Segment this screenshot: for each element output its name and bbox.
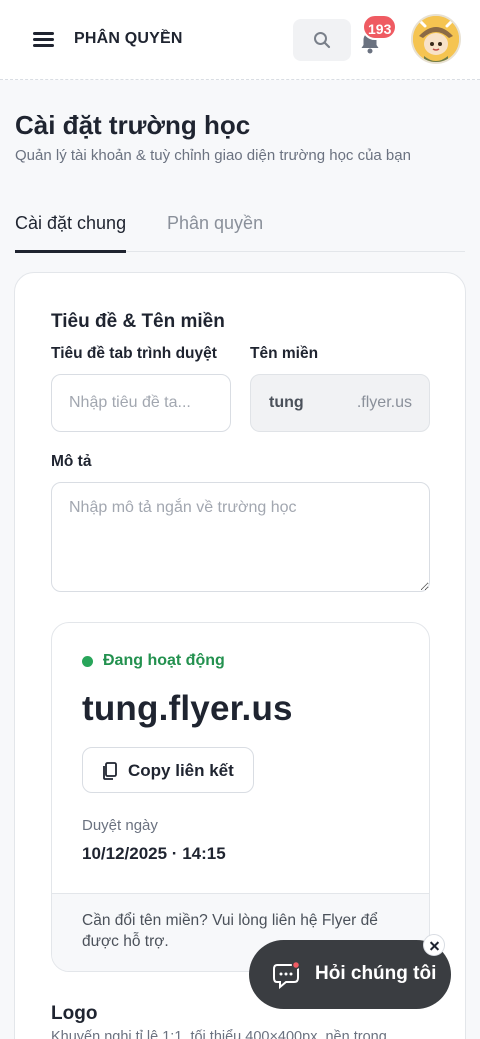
domain-value: tung bbox=[269, 394, 304, 411]
status-text: Đang hoạt động bbox=[103, 652, 225, 669]
tab-title-input[interactable] bbox=[51, 374, 231, 432]
domain-suffix: .flyer.us bbox=[356, 394, 412, 411]
copy-icon bbox=[103, 762, 117, 780]
approved-date-label: Duyệt ngày bbox=[82, 817, 158, 834]
notification-badge: 193 bbox=[362, 14, 398, 40]
top-bar: PHÂN QUYỀN 193 bbox=[0, 0, 480, 80]
page-title: Cài đặt trường học bbox=[15, 110, 251, 140]
chat-label: Hỏi chúng tôi bbox=[315, 963, 437, 984]
tab-title-label: Tiêu đề tab trình duyệt bbox=[51, 345, 217, 362]
status-dot bbox=[82, 656, 93, 667]
section-title: Tiêu đề & Tên miền bbox=[51, 311, 225, 332]
logo-title: Logo bbox=[51, 1003, 98, 1024]
menu-icon[interactable] bbox=[32, 30, 56, 50]
tab-general-settings[interactable]: Cài đặt chung bbox=[15, 213, 127, 253]
search-button[interactable] bbox=[293, 19, 351, 61]
domain-label: Tên miền bbox=[250, 345, 319, 362]
settings-card: Tiêu đề & Tên miền Tiêu đề tab trình duy… bbox=[14, 272, 466, 1039]
logo-hint: Khuyến nghị tỉ lệ 1:1, tối thiểu 400×400… bbox=[51, 1029, 387, 1039]
page-subtitle: Quản lý tài khoản & tuỳ chỉnh giao diện … bbox=[15, 147, 411, 164]
domain-status-card: Đang hoạt động tung.flyer.us Copy liên k… bbox=[51, 622, 430, 972]
description-label: Mô tả bbox=[51, 453, 92, 470]
settings-tabs: Cài đặt chung Phân quyền bbox=[15, 200, 465, 253]
chat-icon bbox=[273, 960, 301, 990]
domain-field: tung .flyer.us bbox=[250, 374, 430, 432]
chat-button[interactable]: Hỏi chúng tôi bbox=[249, 940, 451, 1009]
header-title: PHÂN QUYỀN bbox=[74, 30, 183, 47]
full-domain: tung.flyer.us bbox=[82, 689, 293, 728]
copy-link-label: Copy liên kết bbox=[128, 761, 234, 780]
tab-permissions[interactable]: Phân quyền bbox=[167, 213, 263, 252]
avatar[interactable] bbox=[411, 14, 461, 64]
approved-date-value: 10/12/2025 · 14:15 bbox=[82, 844, 226, 863]
search-icon bbox=[314, 32, 331, 49]
description-input[interactable] bbox=[51, 482, 430, 592]
avatar-illustration bbox=[413, 16, 459, 62]
copy-link-button[interactable]: Copy liên kết bbox=[82, 747, 254, 793]
chat-close-icon[interactable] bbox=[423, 934, 445, 956]
